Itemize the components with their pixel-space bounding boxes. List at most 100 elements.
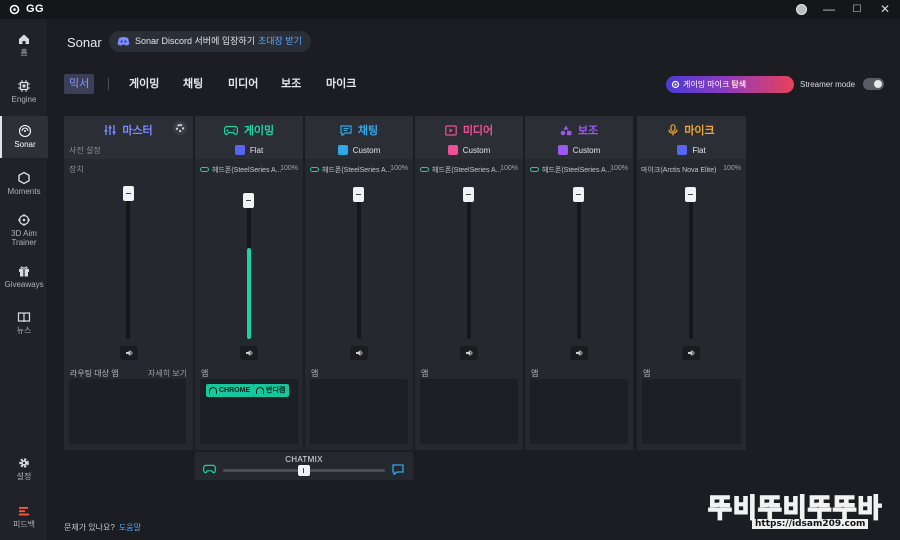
minimize-button[interactable]: — — [818, 1, 840, 18]
preset-label: 사전 설정 — [69, 146, 101, 155]
sidebar-item-sonar[interactable]: Sonar — [0, 116, 48, 158]
device-name: 헤드폰(SteelSeries A... — [212, 167, 282, 174]
close-button[interactable]: ✕ — [874, 1, 896, 18]
app-chip-label: CHROME — [219, 387, 251, 394]
volume-slider[interactable] — [243, 193, 254, 208]
volume-slider[interactable] — [463, 187, 474, 202]
app-chip[interactable]: 반디캠 — [253, 384, 290, 397]
apps-label: 앱 — [201, 369, 209, 378]
tab-mixer[interactable]: 믹서 — [64, 74, 95, 94]
channel-header: 마이크 Flat — [637, 116, 746, 159]
gear-icon — [176, 124, 184, 132]
mute-button[interactable] — [240, 346, 258, 360]
mute-button[interactable] — [350, 346, 368, 360]
sidebar-item-settings[interactable]: 설정 — [0, 456, 48, 481]
volume-slider[interactable] — [573, 187, 584, 202]
details-link[interactable]: 자세히 보기 — [148, 368, 187, 379]
avatar[interactable] — [796, 4, 807, 15]
home-icon — [19, 34, 29, 44]
volume-track[interactable] — [577, 192, 581, 339]
sidebar-item-label: 피드백 — [12, 520, 36, 529]
preset-icon — [677, 145, 688, 155]
apps-label: 앱 — [643, 369, 651, 378]
steelseries-logo-icon — [671, 80, 680, 89]
gamepad-icon — [223, 125, 238, 136]
channel-column-chat: 채팅 Custom 헤드폰(SteelSeries A... 100% 앱 — [305, 116, 413, 450]
headphone-icon — [209, 387, 217, 394]
volume-track[interactable] — [467, 192, 471, 339]
chat-icon — [392, 464, 404, 475]
tab-gaming[interactable]: 게이밍 — [129, 74, 159, 94]
sidebar-item-label: Sonar — [14, 140, 36, 149]
link-icon — [420, 167, 429, 172]
discord-icon — [117, 37, 130, 46]
volume-slider[interactable] — [353, 187, 364, 202]
device-volume-percent: 100% — [500, 165, 518, 172]
volume-slider[interactable] — [685, 187, 696, 202]
sidebar-item-giveaways[interactable]: Giveaways — [0, 264, 48, 289]
sidebar-item-feedback[interactable]: 피드백 — [0, 504, 48, 529]
channel-title: 미디어 — [415, 122, 523, 138]
preset-selector[interactable]: Custom — [415, 145, 523, 155]
tab-divider — [108, 78, 109, 90]
device-volume-percent: 100% — [390, 165, 408, 172]
speaker-icon — [576, 350, 583, 356]
tab-media[interactable]: 미디어 — [228, 74, 258, 94]
preset-selector[interactable]: Custom — [525, 145, 633, 155]
channel-column-gaming: 게이밍 Flat 헤드폰(SteelSeries A... 100% 앱 CHRO… — [195, 116, 303, 450]
output-device-row[interactable]: 헤드폰(SteelSeries A... 100% — [415, 163, 523, 175]
device-name: 마이크(Arctis Nova Elite) — [641, 167, 717, 174]
preset-selector[interactable]: Custom — [305, 145, 413, 155]
channel-title: 마이크 — [637, 122, 746, 138]
book-icon — [17, 312, 31, 323]
tab-mic[interactable]: 마이크 — [326, 74, 356, 94]
master-header: 마스터 사전 설정 — [64, 116, 193, 159]
feedback-icon — [19, 507, 29, 516]
chatmix-slider[interactable] — [298, 465, 310, 476]
channel-title: 보조 — [525, 122, 633, 138]
mute-button[interactable] — [460, 346, 478, 360]
volume-track[interactable] — [689, 192, 693, 339]
discord-invite-banner[interactable]: Sonar Discord 서버에 입장하기 초대장 받기 — [109, 31, 311, 52]
sidebar-item-label: 뉴스 — [16, 326, 32, 335]
preset-selector[interactable]: Flat — [637, 145, 746, 155]
master-mute-button[interactable] — [120, 346, 138, 360]
play-icon — [445, 125, 457, 136]
preset-selector[interactable]: Flat — [195, 145, 303, 155]
sidebar-item-moments[interactable]: Moments — [0, 171, 48, 196]
speaker-icon — [126, 350, 133, 356]
mute-button[interactable] — [570, 346, 588, 360]
tab-aux[interactable]: 보조 — [281, 74, 301, 94]
output-device-row[interactable]: 헤드폰(SteelSeries A... 100% — [305, 163, 413, 175]
sidebar: 홈 Engine Sonar Moments 3D Aim Trainer Gi… — [0, 19, 48, 540]
master-volume-track[interactable] — [126, 192, 130, 339]
apps-box — [310, 379, 408, 444]
output-device-row[interactable]: 헤드폰(SteelSeries A... 100% — [525, 163, 633, 175]
sidebar-item-label: Engine — [11, 95, 37, 104]
speaker-icon — [466, 350, 473, 356]
channel-header: 보조 Custom — [525, 116, 633, 159]
device-volume-percent: 100% — [610, 165, 628, 172]
maximize-button[interactable]: ☐ — [846, 1, 868, 18]
volume-track[interactable] — [247, 192, 251, 339]
mute-button[interactable] — [682, 346, 700, 360]
help-link[interactable]: 도움말 — [119, 523, 141, 532]
channel-header: 미디어 Custom — [415, 116, 523, 159]
master-settings-button[interactable] — [173, 121, 187, 135]
chatmix-panel: CHATMIX — [195, 452, 413, 480]
volume-track[interactable] — [357, 192, 361, 339]
sidebar-item-home[interactable]: 홈 — [0, 32, 48, 57]
discord-invite-link[interactable]: 초대장 받기 — [258, 36, 302, 46]
tab-chat[interactable]: 채팅 — [183, 74, 203, 94]
sidebar-item-news[interactable]: 뉴스 — [0, 310, 48, 335]
app-chip[interactable]: CHROME — [206, 384, 255, 397]
master-volume-slider[interactable] — [123, 186, 134, 201]
input-device-row[interactable]: 마이크(Arctis Nova Elite) 100% — [637, 163, 746, 175]
sidebar-item-engine[interactable]: Engine — [0, 79, 48, 104]
channel-title: 채팅 — [305, 122, 413, 138]
sidebar-item-aim-trainer[interactable]: 3D Aim Trainer — [0, 213, 48, 247]
streamer-mode-toggle[interactable] — [863, 78, 884, 90]
apps-box — [420, 379, 518, 444]
output-device-row[interactable]: 헤드폰(SteelSeries A... 100% — [195, 163, 303, 175]
gaming-mic-detect-button[interactable]: 게이밍 마이크 탐색 — [666, 76, 794, 93]
